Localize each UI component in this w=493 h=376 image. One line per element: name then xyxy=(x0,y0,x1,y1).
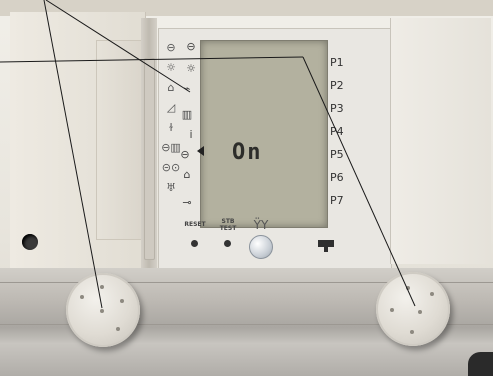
program-label-p4: P4 xyxy=(330,125,344,138)
program-label-p5: P5 xyxy=(330,148,344,161)
knob-dot xyxy=(100,309,104,313)
knob-dot xyxy=(116,327,120,331)
program-label-p6: P6 xyxy=(330,171,344,184)
clock-icon: ⊖ xyxy=(166,41,176,54)
lcd-display xyxy=(200,40,328,228)
key-icon: ⊸ xyxy=(182,196,192,209)
mode-symbol-label: ŸY xyxy=(253,218,269,232)
stb-test-button[interactable] xyxy=(224,240,231,247)
info-icon: i xyxy=(189,128,193,141)
reset-button[interactable] xyxy=(191,240,198,247)
knob-dot xyxy=(406,286,410,290)
sun-icon: ☼ xyxy=(166,61,176,74)
timer-icon: ⊖ xyxy=(186,40,196,53)
mode-button[interactable] xyxy=(249,235,273,259)
knob-dot xyxy=(80,295,84,299)
home-icon: ⌂ xyxy=(183,168,191,181)
program-label-p2: P2 xyxy=(330,79,344,92)
left-temperature-knob[interactable] xyxy=(66,273,140,347)
knob-dot xyxy=(390,308,394,312)
program-label-p1: P1 xyxy=(330,56,344,69)
knob-dot xyxy=(100,285,104,289)
radiator-icon: ▥ xyxy=(181,108,193,121)
program-label-p3: P3 xyxy=(330,102,344,115)
selection-marker xyxy=(197,146,204,156)
right-temperature-knob[interactable] xyxy=(376,272,450,346)
device-photo: ⊖ ☼ ⌂ ◿ ɫ ⊖▥ ⊝⊙ ♅ ⊖ ☼ ⌁ ▥ i ⊖ ⌂ ⊸ On P1 … xyxy=(0,0,493,376)
clock-setting-icon: ⊖ xyxy=(180,148,190,161)
right-cover-panel xyxy=(390,18,491,264)
left-cover-panel xyxy=(10,12,148,270)
knob-dot xyxy=(418,310,422,314)
knob-dot xyxy=(430,292,434,296)
knob-dot xyxy=(410,330,414,334)
sun-small-icon: ☼ xyxy=(186,62,196,75)
boiler-foot xyxy=(468,352,493,376)
stb-test-label: STB TEST xyxy=(219,218,237,232)
boiler-icon: ⌁ xyxy=(183,82,191,95)
door-hinge xyxy=(141,18,157,272)
knob-dot xyxy=(120,299,124,303)
reset-label: RESET xyxy=(184,221,206,228)
display-status: On xyxy=(232,140,263,165)
mounting-hole xyxy=(22,234,38,250)
program-label-p7: P7 xyxy=(330,194,344,207)
service-plug-icon xyxy=(318,240,334,252)
hinge-tab xyxy=(144,58,155,260)
